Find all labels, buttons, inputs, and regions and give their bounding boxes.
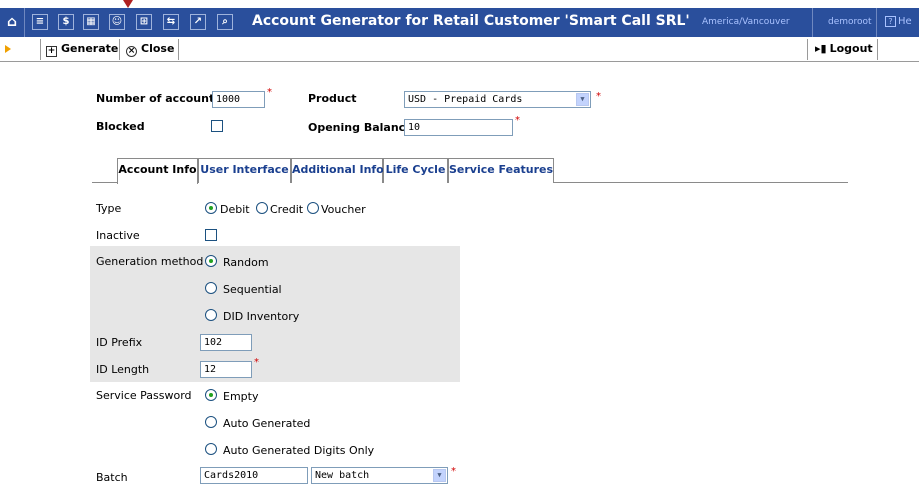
chart-icon[interactable]: ↗ [190, 14, 206, 30]
password-auto-generated-radio[interactable] [205, 416, 217, 428]
type-voucher-radio[interactable] [307, 202, 319, 214]
batch-label: Batch [96, 471, 128, 484]
close-button[interactable]: × Close [126, 42, 174, 57]
password-empty-label: Empty [223, 390, 259, 403]
person-icon[interactable]: ☺ [109, 14, 125, 30]
required-mark: * [451, 466, 456, 477]
password-auto-digits-label: Auto Generated Digits Only [223, 444, 375, 457]
title-bar: ⌂ ≡ $ ▦ ☺ ⊞ ⇆ ↗ ⌕ Account Generator for … [0, 8, 919, 37]
tab-additional-info[interactable]: Additional Info [291, 158, 384, 183]
tab-account-info[interactable]: Account Info [117, 158, 198, 184]
divider [178, 39, 179, 60]
divider [807, 39, 808, 60]
inactive-checkbox[interactable] [205, 229, 217, 241]
batch-input[interactable]: Cards2010 [200, 467, 308, 484]
chevron-down-icon: ▼ [576, 93, 589, 106]
close-label: Close [141, 42, 175, 55]
product-select[interactable]: USD - Prepaid Cards ▼ [404, 91, 591, 108]
batch-select-value: New batch [315, 470, 370, 481]
id-length-label: ID Length [96, 363, 150, 376]
help-icon: ? [885, 16, 896, 27]
password-auto-digits-radio[interactable] [205, 443, 217, 455]
required-mark: * [515, 115, 520, 126]
product-select-value: USD - Prepaid Cards [408, 94, 523, 105]
service-password-label: Service Password [96, 389, 192, 402]
required-mark: * [596, 91, 601, 102]
product-label: Product [308, 92, 357, 105]
divider [812, 8, 813, 37]
network-icon[interactable]: ⊞ [136, 14, 152, 30]
type-voucher-label: Voucher [321, 203, 366, 216]
logout-icon: ▸▮ [815, 42, 827, 55]
id-prefix-label: ID Prefix [96, 336, 143, 349]
home-icon[interactable]: ⌂ [4, 14, 20, 30]
generation-method-label: Generation method [96, 255, 204, 268]
password-empty-radio[interactable] [205, 389, 217, 401]
required-mark: * [267, 87, 272, 98]
divider [119, 39, 120, 60]
number-of-accounts-input[interactable]: 1000 [212, 91, 265, 108]
generate-button[interactable]: + Generate [46, 42, 118, 57]
help-link[interactable]: ? He [885, 16, 912, 27]
grid-icon[interactable]: ▦ [83, 14, 99, 30]
tab-life-cycle[interactable]: Life Cycle [383, 158, 448, 183]
generation-random-label: Random [223, 256, 269, 269]
divider [877, 39, 878, 60]
inactive-label: Inactive [96, 229, 140, 242]
id-prefix-input[interactable]: 102 [200, 334, 252, 351]
search-icon[interactable]: ⌕ [217, 14, 233, 30]
required-mark: * [254, 357, 259, 368]
password-auto-generated-label: Auto Generated [223, 417, 311, 430]
dollar-icon[interactable]: $ [58, 14, 74, 30]
generation-did-inventory-label: DID Inventory [223, 310, 300, 323]
list-icon[interactable]: ≡ [32, 14, 48, 30]
generation-sequential-label: Sequential [223, 283, 282, 296]
generate-label: Generate [61, 42, 119, 55]
batch-select[interactable]: New batch ▼ [311, 467, 448, 484]
divider [40, 39, 41, 60]
play-arrow-icon [5, 45, 11, 53]
id-length-input[interactable]: 12 [200, 361, 252, 378]
user-link[interactable]: demoroot [828, 17, 872, 27]
type-credit-radio[interactable] [256, 202, 268, 214]
generation-sequential-radio[interactable] [205, 282, 217, 294]
type-credit-label: Credit [270, 203, 304, 216]
generation-did-inventory-radio[interactable] [205, 309, 217, 321]
help-label: He [898, 16, 912, 27]
tab-service-features[interactable]: Service Features [448, 158, 554, 183]
timezone-link[interactable]: America/Vancouver [702, 17, 790, 27]
blocked-label: Blocked [96, 120, 145, 133]
chevron-down-icon: ▼ [433, 469, 446, 482]
type-label: Type [96, 202, 122, 215]
number-of-accounts-label: Number of accounts [96, 92, 221, 105]
tab-user-interface[interactable]: User Interface [198, 158, 291, 183]
toolbar: + Generate × Close ▸▮ Logout [0, 37, 919, 62]
type-debit-radio[interactable] [205, 202, 217, 214]
opening-balance-label: Opening Balance [308, 121, 413, 134]
red-marker-icon [123, 0, 133, 8]
close-icon: × [126, 46, 137, 57]
logout-label: Logout [829, 42, 873, 55]
divider [876, 8, 877, 37]
transfer-icon[interactable]: ⇆ [163, 14, 179, 30]
type-debit-label: Debit [220, 203, 250, 216]
blocked-checkbox[interactable] [211, 120, 223, 132]
page-title: Account Generator for Retail Customer 'S… [252, 13, 690, 29]
plus-box-icon: + [46, 46, 57, 57]
logout-button[interactable]: ▸▮ Logout [815, 42, 873, 55]
divider [24, 8, 25, 37]
generation-random-radio[interactable] [205, 255, 217, 267]
opening-balance-input[interactable]: 10 [404, 119, 513, 136]
